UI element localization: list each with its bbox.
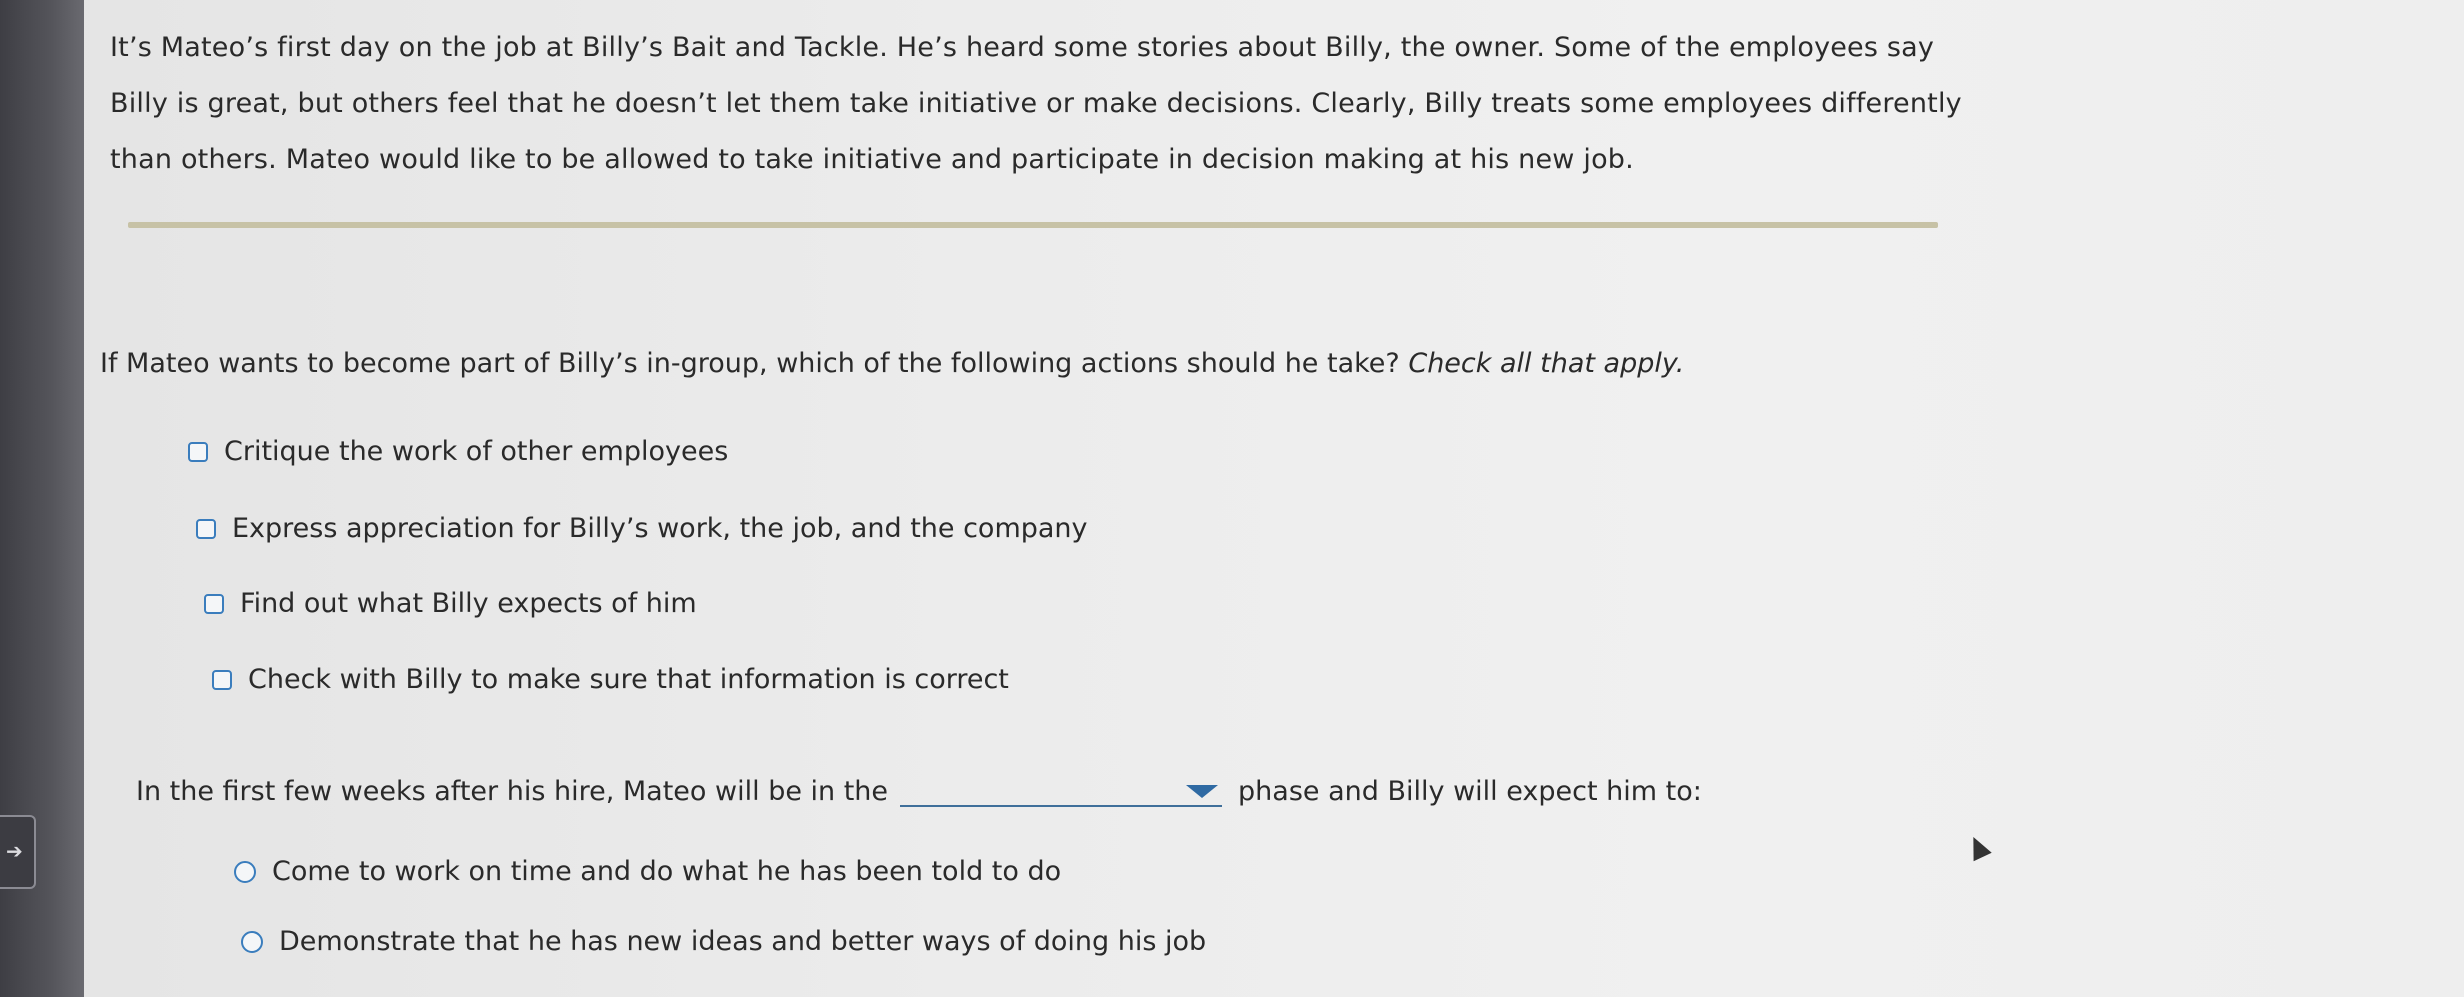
- question-1-prompt: If Mateo wants to become part of Billy’s…: [100, 348, 1684, 379]
- radio-label: Demonstrate that he has new ideas and be…: [279, 926, 1207, 957]
- checkbox-option[interactable]: Express appreciation for Billy’s work, t…: [196, 513, 1088, 544]
- checkbox[interactable]: [212, 669, 232, 690]
- phase-dropdown[interactable]: [900, 775, 1223, 807]
- checkbox-label: Check with Billy to make sure that infor…: [248, 664, 1009, 695]
- checkbox-label: Find out what Billy expects of him: [240, 588, 697, 619]
- question-2-prefix: In the first few weeks after his hire, M…: [136, 776, 889, 807]
- radio-option[interactable]: Demonstrate that he has new ideas and be…: [241, 926, 1206, 957]
- radio-button[interactable]: [241, 930, 263, 953]
- divider: [128, 222, 1938, 228]
- checkbox[interactable]: [204, 593, 224, 614]
- caret-down-icon: [1186, 785, 1219, 798]
- radio-option[interactable]: Come to work on time and do what he has …: [234, 856, 1061, 887]
- radio-label: Come to work on time and do what he has …: [272, 856, 1062, 887]
- scenario-text: It’s Mateo’s first day on the job at Bil…: [110, 20, 1990, 188]
- scenario-line: It’s Mateo’s first day on the job at Bil…: [110, 32, 1935, 63]
- side-panel-tab[interactable]: ➔: [0, 815, 36, 889]
- checkbox-label: Express appreciation for Billy’s work, t…: [232, 513, 1088, 544]
- question-1-hint: Check all that apply.: [1408, 348, 1685, 379]
- checkbox-option[interactable]: Critique the work of other employees: [188, 436, 728, 467]
- question-1-text: If Mateo wants to become part of Billy’s…: [100, 348, 1400, 379]
- checkbox-option[interactable]: Check with Billy to make sure that infor…: [212, 664, 1009, 695]
- question-2-suffix: phase and Billy will expect him to:: [1238, 776, 1702, 807]
- question-2-prompt: In the first few weeks after his hire, M…: [136, 775, 1702, 807]
- checkbox-label: Critique the work of other employees: [224, 436, 729, 467]
- scenario-line: Billy is great, but others feel that he …: [110, 88, 1962, 119]
- checkbox-option[interactable]: Find out what Billy expects of him: [204, 588, 697, 619]
- arrow-right-icon: ➔: [6, 839, 23, 863]
- checkbox[interactable]: [196, 518, 216, 539]
- radio-button[interactable]: [234, 860, 256, 883]
- question-content: It’s Mateo’s first day on the job at Bil…: [100, 0, 2000, 997]
- checkbox[interactable]: [188, 441, 208, 462]
- scenario-line: than others. Mateo would like to be allo…: [110, 144, 1634, 175]
